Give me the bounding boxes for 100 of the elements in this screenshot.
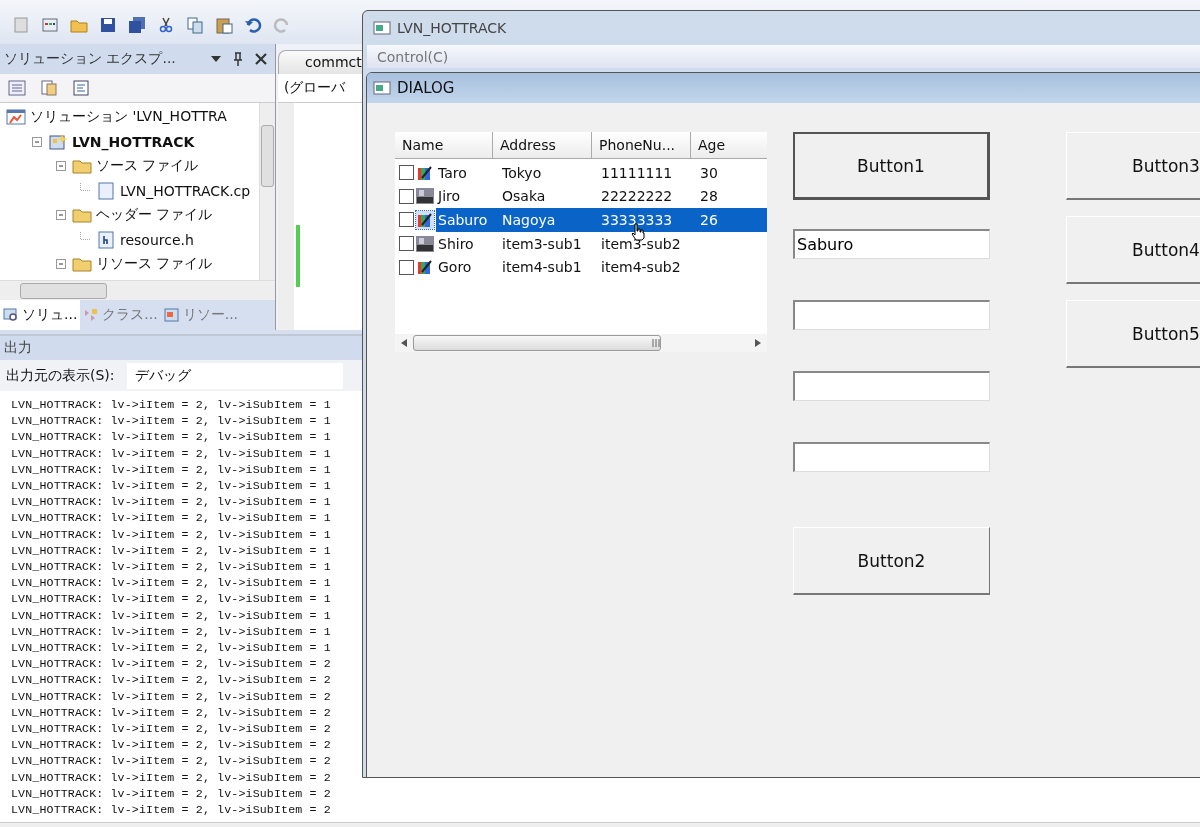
dropdown-icon[interactable] — [211, 56, 221, 62]
push-button[interactable]: Button2 — [793, 527, 990, 595]
log-line: LVN_HOTTRACK: lv->iItem = 2, lv->iSubItem = 1 — [11, 591, 331, 608]
window-title: LVN_HOTTRACK — [397, 20, 507, 36]
pencil-icon — [416, 211, 434, 229]
tree-item[interactable]: resource.h — [120, 231, 194, 248]
push-button[interactable]: Button1 — [793, 132, 990, 200]
checkbox[interactable] — [399, 259, 414, 275]
right-arrow-icon[interactable] — [755, 339, 761, 347]
text-field[interactable]: Saburo — [793, 229, 990, 259]
tree-line-icon — [80, 182, 90, 191]
text-field[interactable] — [793, 442, 990, 472]
text-field[interactable] — [793, 371, 990, 401]
log-line: LVN_HOTTRACK: lv->iItem = 2, lv->iSubItem = 1 — [11, 461, 331, 478]
log-line: LVN_HOTTRACK: lv->iItem = 2, lv->iSubItem = 2 — [11, 688, 331, 705]
scrollbar[interactable] — [395, 334, 767, 352]
log-line: LVN_HOTTRACK: lv->iItem = 2, lv->iSubItem = 1 — [11, 413, 331, 430]
log-line: LVN_HOTTRACK: lv->iItem = 2, lv->iSubItem = 2 — [11, 802, 331, 819]
list-cell: 30 — [700, 164, 718, 181]
log-line: LVN_HOTTRACK: lv->iItem = 2, lv->iSubItem = 2 — [11, 769, 331, 786]
files-icon[interactable] — [40, 80, 58, 96]
column-header[interactable]: Age — [691, 132, 767, 158]
solution-icon — [6, 108, 26, 127]
log-line: LVN_HOTTRACK: lv->iItem = 2, lv->iSubItem = 1 — [11, 429, 331, 446]
folder-icon — [72, 157, 92, 176]
undo-icon[interactable] — [244, 16, 262, 34]
push-button[interactable]: Button5 — [1066, 300, 1200, 368]
tree-item[interactable]: ヘッダー ファイル — [96, 206, 213, 225]
scrollbar[interactable] — [0, 280, 275, 300]
pencil-icon — [416, 258, 434, 277]
list-cell[interactable]: Shiro — [436, 231, 493, 256]
magnifier-window-icon — [3, 307, 19, 323]
tree-item[interactable]: リソース ファイル — [96, 255, 213, 274]
collapse-icon[interactable] — [54, 257, 68, 272]
tree-line-icon — [80, 231, 90, 240]
copy-icon[interactable] — [186, 16, 204, 34]
list-cell: 33333333 — [601, 212, 673, 228]
list-cell: item4-sub2 — [601, 259, 681, 276]
collapse-icon[interactable] — [54, 208, 68, 223]
list-cell: 11111111 — [601, 164, 673, 181]
column-header[interactable]: PhoneNu... — [592, 132, 691, 158]
checkbox[interactable] — [399, 188, 414, 204]
properties-icon[interactable] — [8, 80, 26, 96]
log-line: LVN_HOTTRACK: lv->iItem = 2, lv->iSubItem = 1 — [11, 445, 331, 462]
text-field[interactable] — [793, 300, 990, 330]
code-view-icon[interactable] — [72, 80, 90, 96]
log-line: LVN_HOTTRACK: lv->iItem = 2, lv->iSubItem = 2 — [11, 753, 331, 770]
log-line: LVN_HOTTRACK: lv->iItem = 2, lv->iSubItem = 1 — [11, 494, 331, 511]
list-cell[interactable]: Goro — [436, 255, 493, 279]
push-button[interactable]: Button4 — [1066, 216, 1200, 284]
grip-icon — [652, 339, 660, 347]
list-cell: item4-sub1 — [502, 259, 582, 276]
close-icon[interactable] — [255, 53, 267, 65]
list-cell: Nagoya — [502, 212, 556, 228]
tree-item[interactable]: LVN_HOTTRACK — [72, 133, 195, 150]
left-arrow-icon[interactable] — [401, 339, 407, 347]
source-label: 出力元の表示(S): — [6, 366, 115, 385]
folder-icon — [72, 206, 92, 225]
scrollbar[interactable] — [259, 103, 275, 280]
column-header[interactable]: Address — [493, 132, 592, 158]
clipboard-icon[interactable] — [215, 16, 233, 34]
log-line: LVN_HOTTRACK: lv->iItem = 2, lv->iSubItem = 1 — [11, 623, 331, 640]
log-line: LVN_HOTTRACK: lv->iItem = 2, lv->iSubItem = 1 — [11, 542, 331, 559]
list-cell[interactable]: Taro — [436, 161, 493, 185]
log-line: LVN_HOTTRACK: lv->iItem = 2, lv->iSubItem = 1 — [11, 559, 331, 576]
save-icon[interactable] — [99, 16, 117, 34]
header-file-icon — [96, 230, 116, 249]
log-line: LVN_HOTTRACK: lv->iItem = 2, lv->iSubItem = 1 — [11, 397, 331, 413]
class-icon — [83, 307, 100, 323]
log-line: LVN_HOTTRACK: lv->iItem = 2, lv->iSubItem = 1 — [11, 575, 331, 592]
panel-tab[interactable]: ソリュ... — [0, 300, 81, 330]
tree-item[interactable]: LVN_HOTTRACK.cp — [120, 182, 251, 199]
checkbox[interactable] — [399, 236, 414, 252]
collapse-icon[interactable] — [30, 134, 44, 149]
list-cell: 26 — [700, 212, 718, 228]
list-cell[interactable]: Saburo — [436, 208, 493, 232]
app-icon — [373, 81, 391, 95]
log-line: LVN_HOTTRACK: lv->iItem = 2, lv->iSubItem = 2 — [11, 672, 331, 689]
scissors-icon[interactable] — [157, 16, 175, 34]
push-button[interactable]: Button3 — [1066, 132, 1200, 200]
tree-item[interactable]: ソース ファイル — [96, 157, 199, 176]
log-line: LVN_HOTTRACK: lv->iItem = 2, lv->iSubItem = 1 — [11, 526, 331, 543]
panel-tab[interactable]: リソー... — [160, 300, 242, 330]
resource-icon — [163, 307, 180, 323]
collapse-icon[interactable] — [54, 159, 68, 174]
disks-icon[interactable] — [128, 16, 146, 34]
checkbox[interactable] — [399, 212, 414, 228]
checkbox[interactable] — [399, 165, 414, 181]
log-line: LVN_HOTTRACK: lv->iItem = 2, lv->iSubItem = 2 — [11, 737, 331, 754]
photo-icon — [416, 234, 434, 253]
window-icon[interactable] — [41, 16, 59, 34]
tree-item[interactable]: ソリューション 'LVN_HOTTRA — [30, 108, 227, 127]
menu-item[interactable]: Control(C) — [377, 48, 449, 65]
log-line: LVN_HOTTRACK: lv->iItem = 2, lv->iSubItem = 2 — [11, 656, 331, 673]
list-cell: item3-sub2 — [601, 235, 681, 252]
list-cell[interactable]: Jiro — [436, 184, 493, 209]
source-dropdown[interactable]: デバッグ — [126, 362, 343, 389]
column-header[interactable]: Name — [395, 132, 493, 158]
log-line: LVN_HOTTRACK: lv->iItem = 2, lv->iSubItem = 1 — [11, 640, 331, 657]
pin-icon[interactable] — [233, 52, 243, 66]
